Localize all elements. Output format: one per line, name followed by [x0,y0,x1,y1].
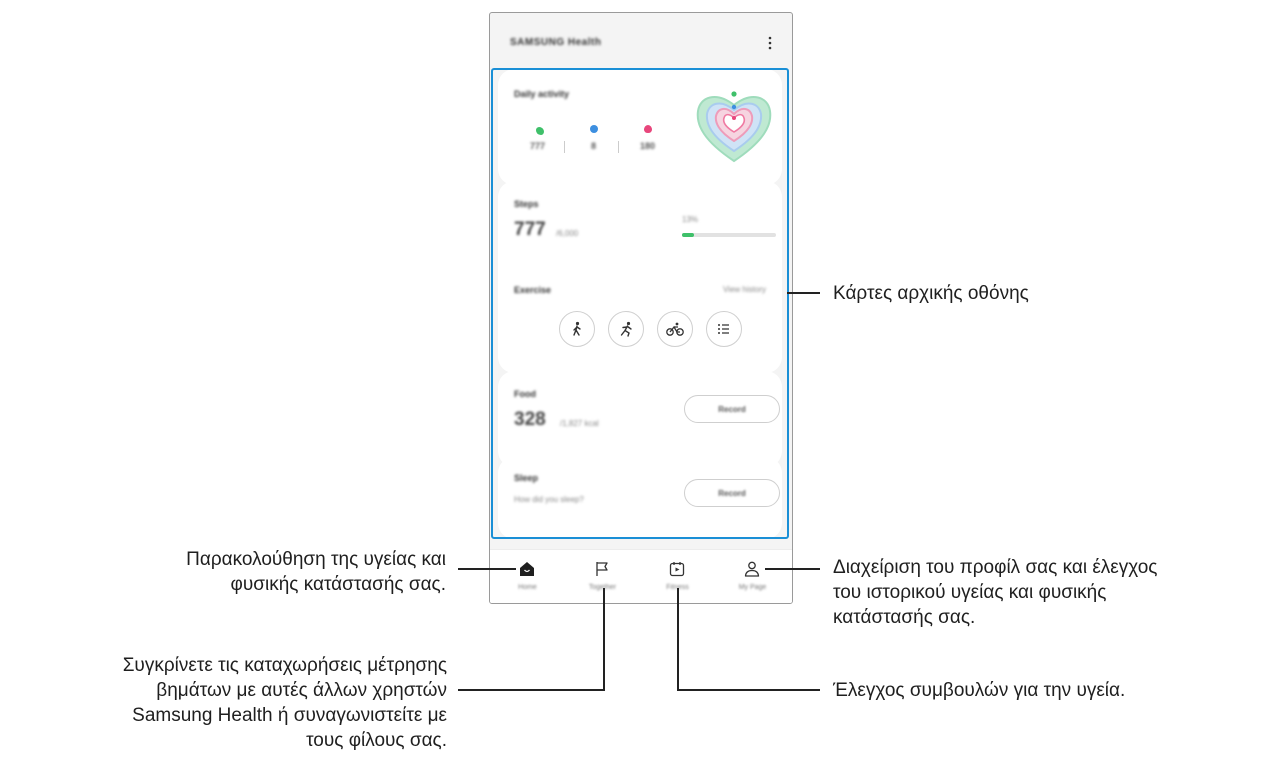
running-button[interactable] [608,311,644,347]
steps-progress-bar [682,233,776,237]
callout-home-tab-line: Παρακολούθηση της υγείας και [186,549,446,570]
app-title: SAMSUNG Health [510,37,602,48]
steps-title: Steps [514,199,539,209]
callout-my-page-line: Διαχείριση του προφίλ σας και έλεγχος [833,557,1158,578]
callout-home-tab-line: φυσικής κατάστασής σας. [230,574,446,595]
tab-home-label: Home [518,584,537,591]
callout-together: Συγκρίνετε τις καταχωρήσεις μέτρησης βημ… [0,653,447,753]
active-time-icon [590,125,598,133]
cycling-icon [666,322,684,336]
sleep-card[interactable]: Sleep How did you sleep? Record [498,457,782,539]
steps-icon [536,127,544,135]
callout-home-tab: Παρακολούθηση της υγείας και φυσικής κατ… [40,547,446,597]
sleep-title: Sleep [514,473,539,483]
food-record-button[interactable]: Record [684,395,780,423]
callout-together-line: τους φίλους σας. [306,730,447,751]
fitness-video-icon [669,562,685,577]
callout-line-together-h [458,689,605,691]
callout-line-together-v [603,588,605,691]
activity-heart-rings-icon [696,91,772,163]
bottom-navigation: Home Together Fitness My Page [490,549,792,603]
callout-line-home [458,568,516,570]
steps-goal: /6,000 [556,229,579,238]
divider [618,141,619,153]
steps-percent: 13% [682,215,699,224]
callout-fitness: Έλεγχος συμβουλών για την υγεία. [833,680,1126,701]
daily-activity-title: Daily activity [514,89,570,99]
divider [564,141,565,153]
phone-screen: SAMSUNG Health Daily activity 777 8 180 … [489,12,793,604]
callout-home-cards: Κάρτες αρχικής οθόνης [833,283,1029,304]
callout-my-page-line: κατάστασής σας. [833,607,976,628]
callout-line-fitness-h [677,689,820,691]
sleep-question: How did you sleep? [514,495,584,504]
tab-my-page[interactable]: My Page [715,550,790,603]
callout-my-page-line: του ιστορικού υγείας και φυσικής [833,582,1107,603]
callout-my-page: Διαχείριση του προφίλ σας και έλεγχος το… [833,555,1273,630]
food-card[interactable]: Food 328 /1,827 kcal Record [498,371,782,467]
steps-value: 777 [530,141,546,151]
sleep-record-button[interactable]: Record [684,479,780,507]
more-vert-icon[interactable] [764,33,776,53]
person-icon [744,561,760,577]
exercise-card[interactable]: Exercise View history [498,267,782,373]
callout-together-line: Samsung Health ή συναγωνιστείτε με [132,705,447,726]
tab-home[interactable]: Home [490,550,565,603]
home-icon [520,562,534,576]
exercise-list-button[interactable] [706,311,742,347]
daily-activity-card[interactable]: Daily activity 777 8 180 [498,69,782,185]
food-title: Food [514,389,536,399]
list-icon [718,324,729,334]
sleep-record-label: Record [718,488,746,498]
walking-button[interactable] [559,311,595,347]
food-calories: 328 [514,409,546,430]
callout-together-line: βημάτων με αυτές άλλων χρηστών [156,680,447,701]
callout-line-mypage [765,568,820,570]
calories-icon [644,125,652,133]
app-header: SAMSUNG Health [490,13,792,69]
cycling-button[interactable] [657,311,693,347]
calories-value: 180 [640,141,656,151]
callout-line-cards [787,292,820,294]
food-goal: /1,827 kcal [560,419,599,428]
steps-count: 777 [514,219,546,240]
steps-progress-fill [682,233,695,237]
tab-my-page-label: My Page [738,584,767,591]
exercise-title: Exercise [514,285,552,295]
flag-icon [596,562,608,576]
running-icon [620,321,632,337]
walking-icon [573,321,581,336]
callout-line-fitness-v [677,588,679,691]
food-record-label: Record [718,404,746,414]
active-time-value: 8 [591,141,597,151]
callout-together-line: Συγκρίνετε τις καταχωρήσεις μέτρησης [122,655,447,676]
view-history-link[interactable]: View history [723,285,766,294]
